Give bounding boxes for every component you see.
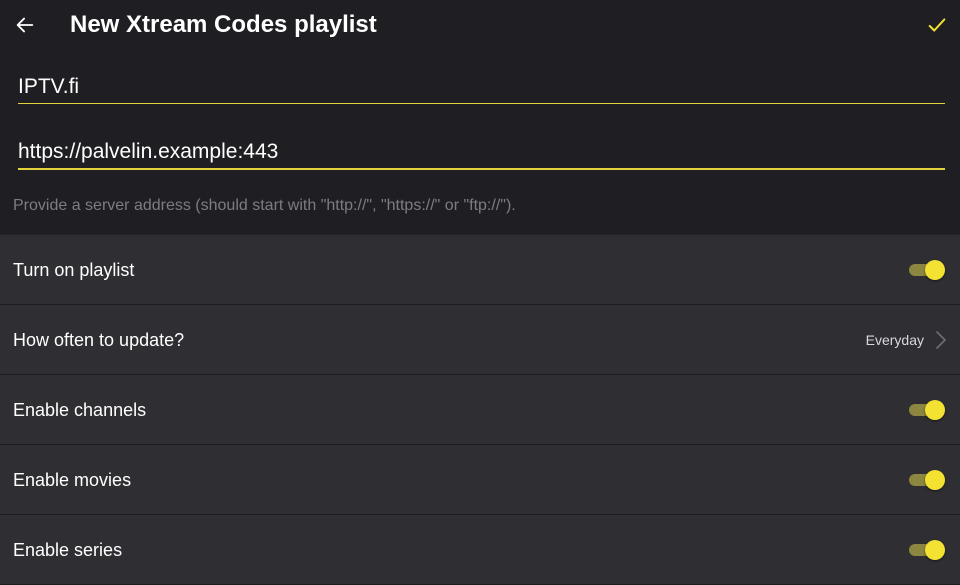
setting-enable-movies[interactable]: Enable movies <box>0 445 960 515</box>
settings-list: Turn on playlist How often to update? Ev… <box>0 235 960 585</box>
toggle-thumb <box>925 470 945 490</box>
setting-label: Enable channels <box>13 400 147 420</box>
enable-channels-toggle[interactable] <box>909 399 945 421</box>
arrow-left-icon <box>16 17 34 33</box>
update-frequency-value: Everyday <box>865 332 924 348</box>
setting-label: Turn on playlist <box>13 260 135 280</box>
setting-enable-series[interactable]: Enable series <box>0 515 960 585</box>
page-title: New Xtream Codes playlist <box>70 11 377 38</box>
server-address-hint: Provide a server address (should start w… <box>13 197 516 214</box>
app-bar: New Xtream Codes playlist <box>0 0 960 50</box>
setting-label: Enable series <box>13 540 123 560</box>
toggle-thumb <box>925 400 945 420</box>
server-url-input[interactable]: https://palvelin.example:443 <box>18 132 945 170</box>
server-url-value: https://palvelin.example:443 <box>18 140 279 163</box>
turn-on-playlist-toggle[interactable] <box>909 259 945 281</box>
check-icon <box>928 18 946 32</box>
setting-label: Enable movies <box>13 470 132 490</box>
setting-turn-on-playlist[interactable]: Turn on playlist <box>0 235 960 305</box>
setting-update-frequency[interactable]: How often to update? Everyday <box>0 305 960 375</box>
playlist-name-value: IPTV.fi <box>18 75 80 98</box>
toggle-thumb <box>925 260 945 280</box>
setting-label: How often to update? <box>13 330 185 350</box>
back-button[interactable] <box>10 10 40 40</box>
playlist-name-input[interactable]: IPTV.fi <box>18 66 945 104</box>
save-button[interactable] <box>922 10 952 40</box>
toggle-thumb <box>925 540 945 560</box>
enable-series-toggle[interactable] <box>909 539 945 561</box>
form-section: New Xtream Codes playlist IPTV.fi https:… <box>0 0 960 234</box>
chevron-right-icon <box>936 331 946 349</box>
enable-movies-toggle[interactable] <box>909 469 945 491</box>
setting-enable-channels[interactable]: Enable channels <box>0 375 960 445</box>
